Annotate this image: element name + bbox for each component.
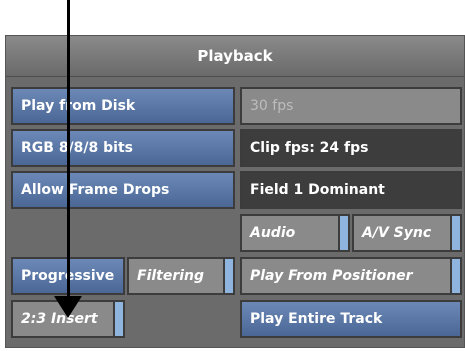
clip-fps-display: Clip fps: 24 fps: [240, 129, 462, 167]
rgb-bits-label: RGB 8/8/8 bits: [21, 140, 133, 156]
fps-value: 30 fps: [250, 98, 294, 114]
av-sync-toggle-indicator: [450, 216, 460, 250]
play-from-disk-label: Play from Disk: [21, 98, 136, 114]
filtering-label: Filtering: [137, 268, 205, 284]
audio-toggle[interactable]: Audio: [240, 214, 350, 252]
allow-frame-drops-button[interactable]: Allow Frame Drops: [11, 171, 235, 209]
play-entire-track-button[interactable]: Play Entire Track: [240, 300, 462, 338]
allow-frame-drops-label: Allow Frame Drops: [21, 182, 170, 198]
callout-arrowhead-icon: [54, 296, 82, 318]
play-from-positioner-indicator: [450, 259, 460, 293]
audio-toggle-indicator: [338, 216, 348, 250]
av-sync-toggle[interactable]: A/V Sync: [352, 214, 462, 252]
play-from-positioner-toggle[interactable]: Play From Positioner: [240, 257, 462, 295]
panel-title: Playback: [6, 36, 464, 77]
av-sync-label: A/V Sync: [362, 225, 432, 241]
field-dominant-label: Field 1 Dominant: [250, 182, 385, 198]
audio-label: Audio: [250, 225, 296, 241]
callout-arrow-line: [67, 0, 70, 303]
field-dominant-button[interactable]: Field 1 Dominant: [240, 171, 462, 209]
filtering-toggle[interactable]: Filtering: [127, 257, 235, 295]
fps-field[interactable]: 30 fps: [240, 87, 462, 125]
rgb-bits-button[interactable]: RGB 8/8/8 bits: [11, 129, 235, 167]
play-entire-track-label: Play Entire Track: [250, 311, 383, 327]
play-from-disk-button[interactable]: Play from Disk: [11, 87, 235, 125]
filtering-toggle-indicator: [223, 259, 233, 293]
play-from-positioner-label: Play From Positioner: [250, 268, 413, 284]
insert-32-toggle-indicator: [113, 302, 123, 336]
clip-fps-label: Clip fps: 24 fps: [250, 140, 369, 156]
